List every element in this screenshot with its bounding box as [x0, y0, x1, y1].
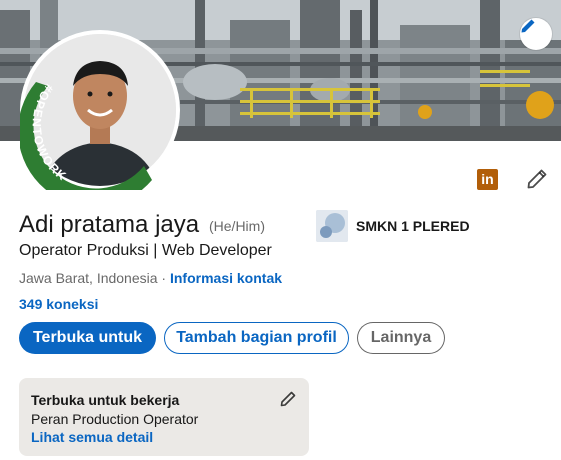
- profile-name: Adi pratama jaya: [19, 211, 200, 238]
- see-all-details-link[interactable]: Lihat semua detail: [31, 429, 297, 445]
- headline: Operator Produksi | Web Developer: [19, 242, 272, 259]
- connections-link[interactable]: 349 koneksi: [19, 296, 98, 312]
- edit-cover-button[interactable]: [520, 18, 552, 50]
- location: Jawa Barat, Indonesia: [19, 270, 158, 286]
- add-profile-section-button[interactable]: Tambah bagian profil: [164, 322, 349, 354]
- edit-intro-button[interactable]: [525, 167, 549, 191]
- location-line: Jawa Barat, Indonesia · Informasi kontak: [19, 270, 282, 286]
- pencil-icon: [521, 19, 535, 33]
- school-logo-icon: [316, 210, 348, 242]
- more-button[interactable]: Lainnya: [357, 322, 445, 354]
- otw-card-title: Terbuka untuk bekerja: [31, 392, 180, 408]
- open-to-button[interactable]: Terbuka untuk: [19, 322, 156, 354]
- open-to-work-card: Terbuka untuk bekerja Peran Production O…: [19, 378, 309, 456]
- otw-card-role: Peran Production Operator: [31, 411, 199, 427]
- open-to-work-frame: #OPENTOWORK: [20, 81, 152, 190]
- linkedin-icon[interactable]: in: [477, 169, 498, 190]
- education-school[interactable]: SMKN 1 PLERED: [316, 210, 470, 242]
- edit-otw-button[interactable]: [279, 390, 297, 408]
- pronouns: (He/Him): [209, 218, 265, 234]
- profile-photo-frame[interactable]: #OPENTOWORK: [20, 30, 180, 190]
- contact-info-link[interactable]: Informasi kontak: [170, 270, 282, 286]
- school-name: SMKN 1 PLERED: [356, 218, 470, 234]
- separator: ·: [157, 270, 170, 286]
